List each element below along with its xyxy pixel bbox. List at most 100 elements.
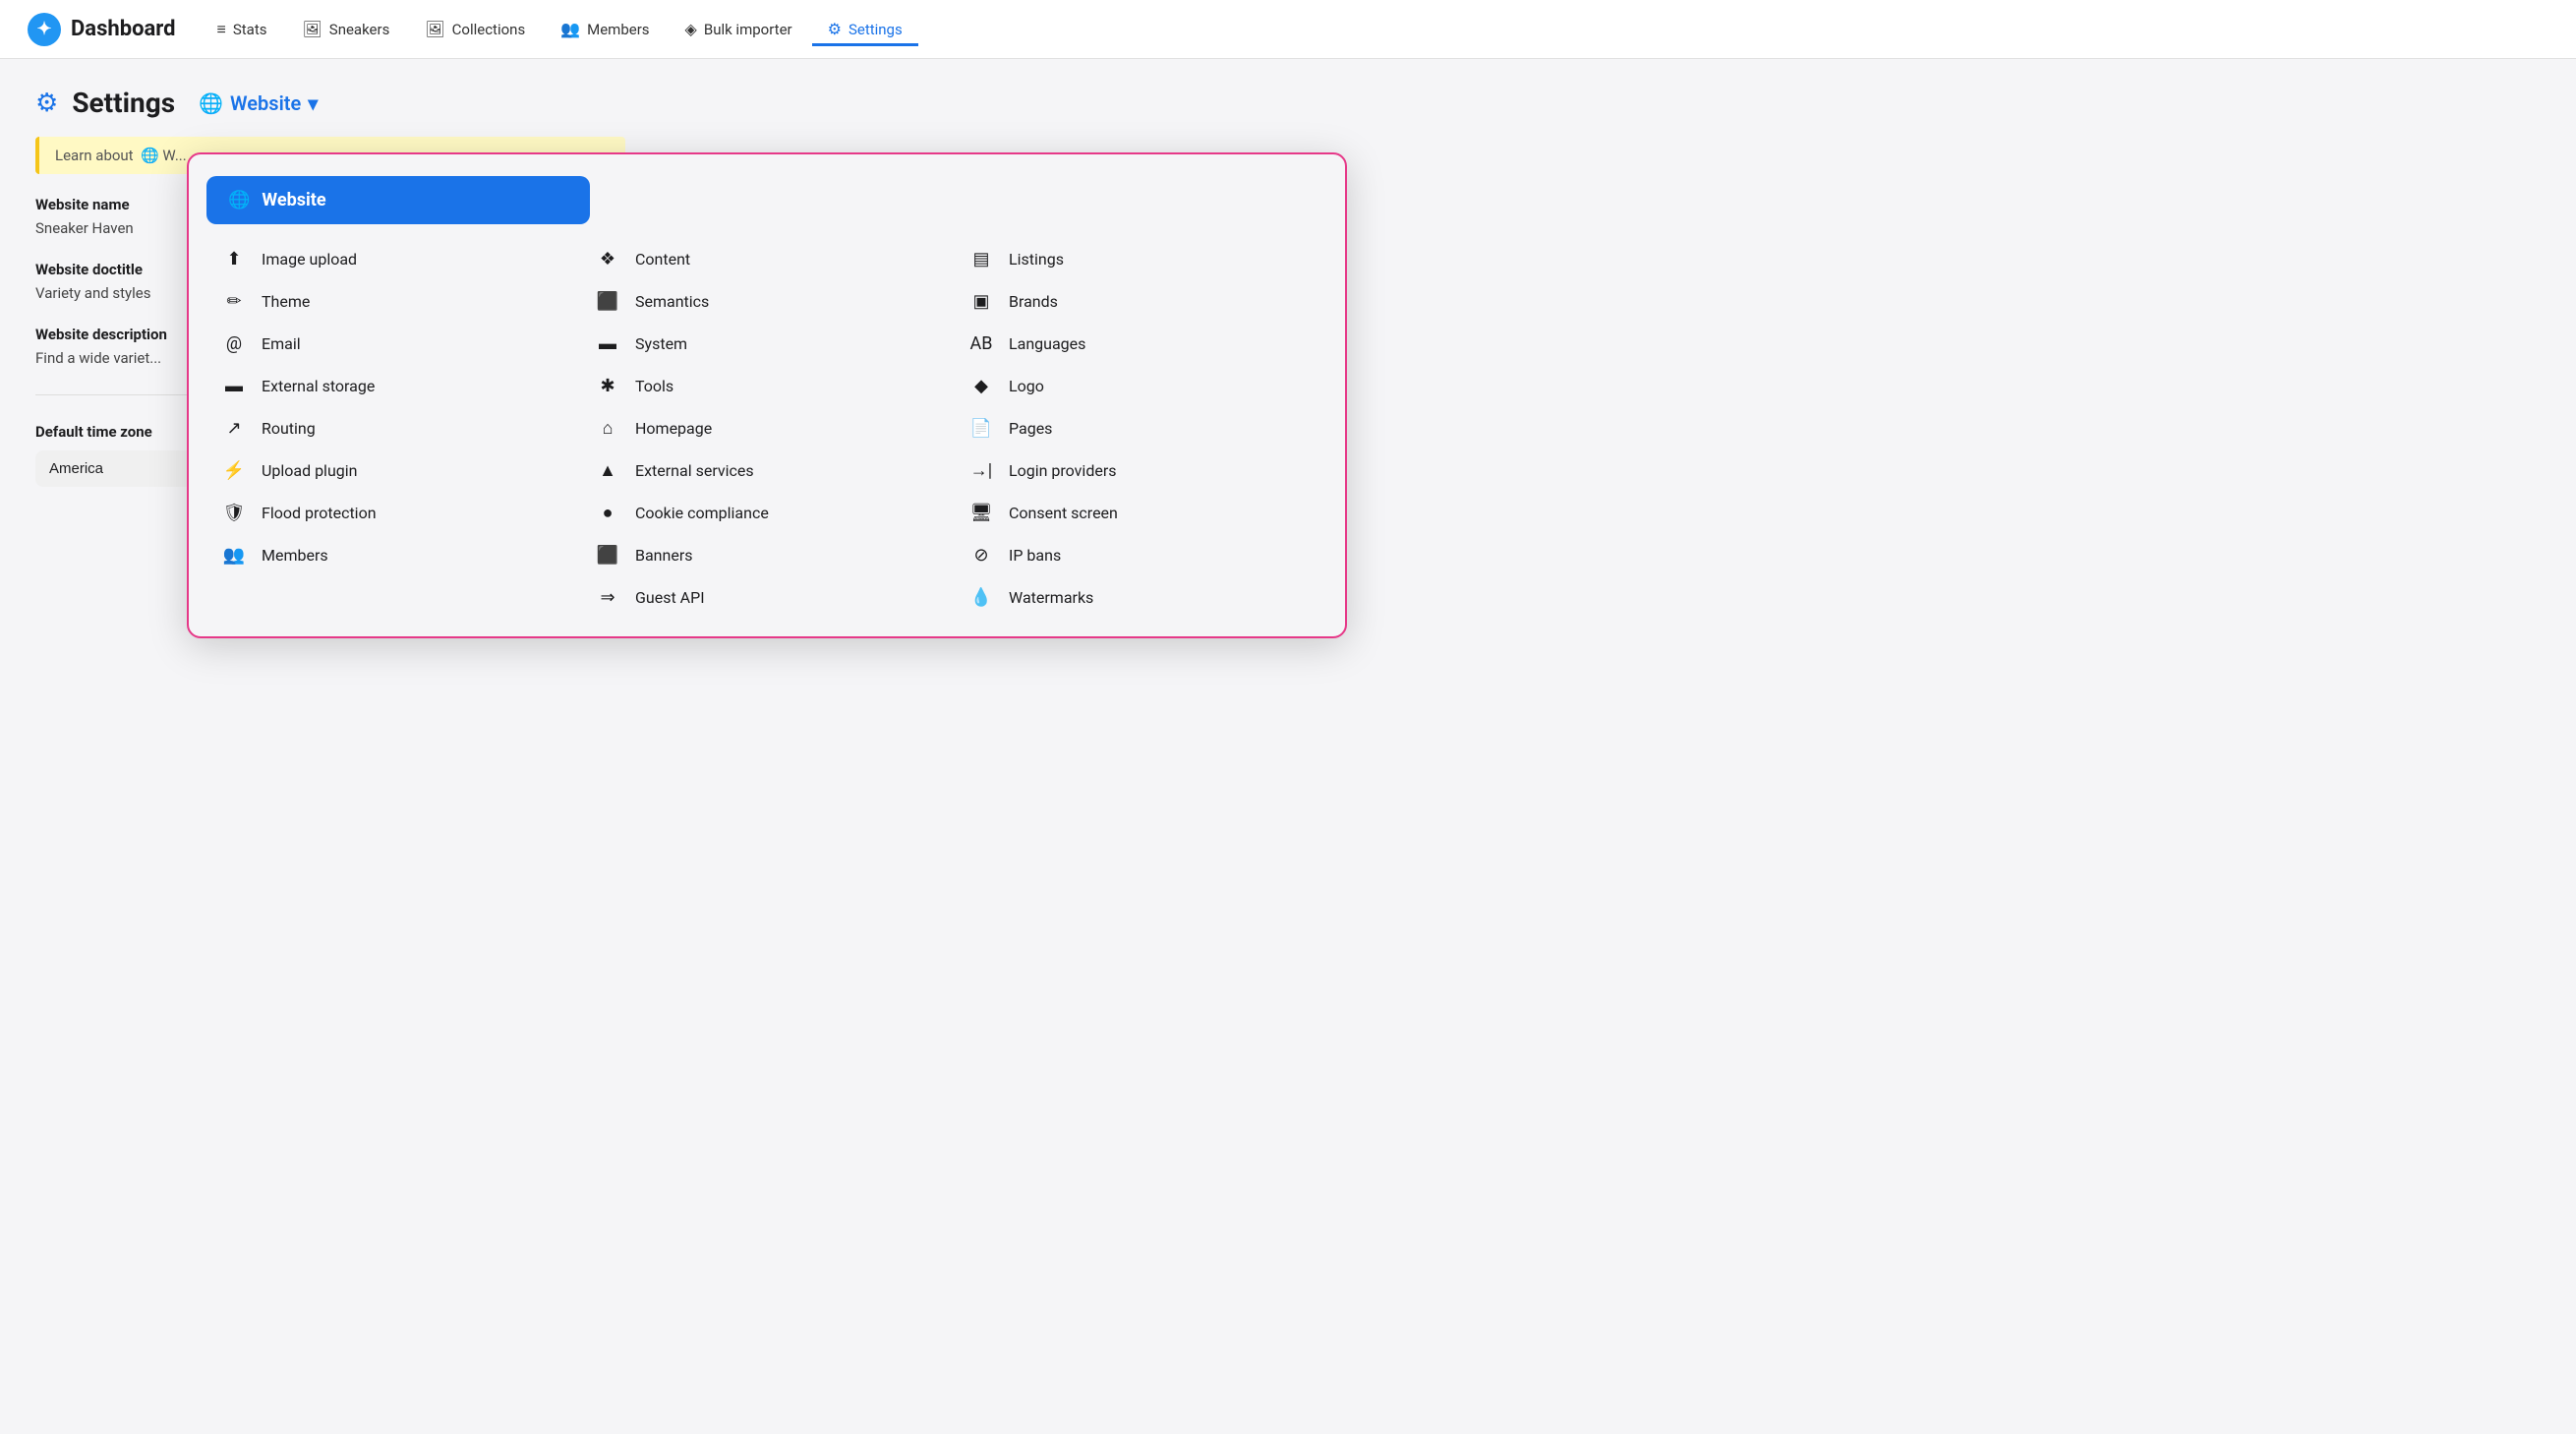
dropdown-item-flood-protection[interactable]: 🛡 Flood protection xyxy=(206,492,580,534)
website-selected-icon: 🌐 xyxy=(228,190,250,210)
dropdown-item-icon: ▤ xyxy=(967,249,995,269)
dropdown-top: 🌐 Website xyxy=(189,166,1345,238)
dropdown-item-label: Theme xyxy=(262,292,310,311)
learn-text: Learn about 🌐 W... xyxy=(55,147,187,164)
dropdown-item-banners[interactable]: ⬛Banners xyxy=(580,534,954,576)
dropdown-item-label: IP bans xyxy=(1009,546,1061,565)
nav-item-bulk-importer[interactable]: ◈ Bulk importer xyxy=(670,12,808,46)
page-title: Settings xyxy=(72,87,175,119)
dropdown-item-system[interactable]: ▬System xyxy=(580,323,954,365)
website-dropdown-trigger[interactable]: 🌐 Website ▾ xyxy=(189,88,327,119)
dropdown-item-icon: ⚡ xyxy=(220,460,248,481)
dropdown-item-external-storage[interactable]: ▬ External storage xyxy=(206,365,580,407)
sneakers-icon: 🖼 xyxy=(302,20,322,38)
dropdown-trigger-label: Website xyxy=(230,91,301,115)
dropdown-item-label: Logo xyxy=(1009,377,1044,395)
dropdown-item-external-services[interactable]: ▲External services xyxy=(580,449,954,492)
dropdown-item-label: Brands xyxy=(1009,292,1058,311)
dropdown-item-brands[interactable]: ▣ Brands xyxy=(954,280,1327,323)
dropdown-item-email[interactable]: @ Email xyxy=(206,323,580,365)
dropdown-item-icon: 🖥 xyxy=(967,503,995,523)
nav-label-collections: Collections xyxy=(452,21,526,38)
dropdown-website-selected[interactable]: 🌐 Website xyxy=(206,176,590,224)
dropdown-item-guest-api[interactable]: ⇒Guest API xyxy=(580,576,954,619)
dropdown-item-label: External storage xyxy=(262,377,375,395)
dropdown-item-label: Homepage xyxy=(635,419,712,438)
nav-label-sneakers: Sneakers xyxy=(329,21,390,38)
dropdown-item-routing[interactable]: ↗ Routing xyxy=(206,407,580,449)
dropdown-item-label: Image upload xyxy=(262,250,357,269)
dropdown-item-label: Semantics xyxy=(635,292,709,311)
dropdown-item-label: Flood protection xyxy=(262,504,377,522)
dropdown-item-login-providers[interactable]: →| Login providers xyxy=(954,449,1327,492)
nav-label-settings: Settings xyxy=(849,21,903,38)
dropdown-item-label: Email xyxy=(262,334,301,353)
dropdown-item-icon: ⬆ xyxy=(220,249,248,269)
website-dropdown-menu: 🌐 Website ⬆ Image upload ✏Theme @ Email ▬ Exte… xyxy=(187,152,1347,638)
dropdown-item-image-upload[interactable]: ⬆ Image upload xyxy=(206,238,580,280)
settings-nav-icon: ⚙ xyxy=(828,20,842,38)
dropdown-item-icon: 👥 xyxy=(220,545,248,566)
dropdown-item-theme[interactable]: ✏Theme xyxy=(206,280,580,323)
dropdown-item-icon: ⬛ xyxy=(594,291,621,312)
dropdown-item-upload-plugin[interactable]: ⚡ Upload plugin xyxy=(206,449,580,492)
nav-label-members: Members xyxy=(587,21,649,38)
dropdown-item-label: Login providers xyxy=(1009,461,1117,480)
nav-label-bulk: Bulk importer xyxy=(704,21,792,38)
dropdown-grid: ⬆ Image upload ✏Theme @ Email ▬ External stora… xyxy=(189,238,1345,619)
nav-item-stats[interactable]: ≡ Stats xyxy=(202,12,283,47)
dropdown-item-icon: ⊘ xyxy=(967,545,995,566)
dropdown-item-icon: ✱ xyxy=(594,376,621,396)
brand[interactable]: ✦ Dashboard xyxy=(28,13,176,46)
dropdown-item-label: Pages xyxy=(1009,419,1052,438)
nav-item-members[interactable]: 👥 Members xyxy=(545,12,665,46)
region-select-wrapper: America Europe Asia Pacific ▾ xyxy=(35,450,212,487)
globe-icon: 🌐 xyxy=(199,91,223,115)
dropdown-item-icon: →| xyxy=(967,460,995,481)
dropdown-item-label: Routing xyxy=(262,419,316,438)
nav-item-collections[interactable]: 🖼 Collections xyxy=(409,12,541,46)
bulk-icon: ◈ xyxy=(685,20,697,38)
nav-item-sneakers[interactable]: 🖼 Sneakers xyxy=(286,12,405,46)
collections-icon: 🖼 xyxy=(425,20,444,38)
dropdown-item-icon: ↗ xyxy=(220,418,248,439)
dropdown-item-label: Upload plugin xyxy=(262,461,357,480)
dropdown-item-icon: @ xyxy=(220,333,248,354)
dropdown-item-cookie-compliance[interactable]: ●Cookie compliance xyxy=(580,492,954,534)
dropdown-col-1: ⬆ Image upload ✏Theme @ Email ▬ External stora… xyxy=(206,238,580,619)
dropdown-item-semantics[interactable]: ⬛ Semantics xyxy=(580,280,954,323)
dropdown-item-label: Consent screen xyxy=(1009,504,1118,522)
dropdown-item-consent-screen[interactable]: 🖥 Consent screen xyxy=(954,492,1327,534)
dropdown-item-label: Listings xyxy=(1009,250,1064,269)
dropdown-col-3: ▤ Listings ▣ Brands ABLanguages◆Logo 📄 Pages →|… xyxy=(954,238,1327,619)
dropdown-item-content[interactable]: ❖Content xyxy=(580,238,954,280)
nav-item-settings[interactable]: ⚙ Settings xyxy=(812,12,918,46)
nav-label-stats: Stats xyxy=(233,21,267,38)
dropdown-item-label: Tools xyxy=(635,377,673,395)
stats-icon: ≡ xyxy=(217,20,226,39)
dropdown-item-icon: 💧 xyxy=(967,587,995,608)
dropdown-item-watermarks[interactable]: 💧Watermarks xyxy=(954,576,1327,619)
dropdown-item-label: Languages xyxy=(1009,334,1085,353)
dropdown-item-icon: ▬ xyxy=(220,376,248,396)
chevron-down-icon: ▾ xyxy=(308,91,318,115)
dropdown-item-icon: 📄 xyxy=(967,418,995,439)
dropdown-item-icon: 🛡 xyxy=(220,503,248,523)
dropdown-item-homepage[interactable]: ⌂Homepage xyxy=(580,407,954,449)
dropdown-item-icon: ⇒ xyxy=(594,587,621,608)
dropdown-item-members[interactable]: 👥Members xyxy=(206,534,580,576)
dropdown-item-tools[interactable]: ✱ Tools xyxy=(580,365,954,407)
dropdown-item-languages[interactable]: ABLanguages xyxy=(954,323,1327,365)
region-select[interactable]: America Europe Asia Pacific xyxy=(35,450,212,487)
dropdown-item-ip-bans[interactable]: ⊘ IP bans xyxy=(954,534,1327,576)
dropdown-item-icon: ▬ xyxy=(594,333,621,354)
dropdown-item-label: Cookie compliance xyxy=(635,504,769,522)
brand-icon: ✦ xyxy=(28,13,61,46)
dropdown-col-2: ❖Content ⬛ Semantics ▬System ✱ Tools ⌂Homepage… xyxy=(580,238,954,619)
dropdown-item-label: Content xyxy=(635,250,690,269)
nav-items: ≡ Stats 🖼 Sneakers 🖼 Collections 👥 Membe… xyxy=(202,12,2549,47)
dropdown-item-pages[interactable]: 📄 Pages xyxy=(954,407,1327,449)
dropdown-item-logo[interactable]: ◆Logo xyxy=(954,365,1327,407)
dropdown-item-icon: ▣ xyxy=(967,291,995,312)
dropdown-item-listings[interactable]: ▤ Listings xyxy=(954,238,1327,280)
